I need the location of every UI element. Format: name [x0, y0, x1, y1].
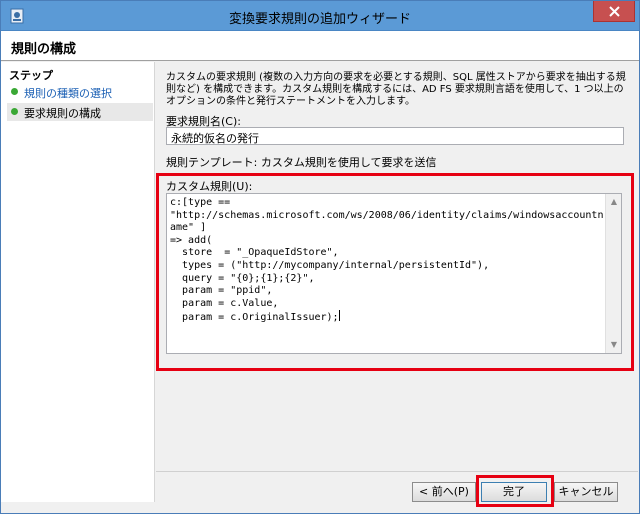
- title-bar[interactable]: 変換要求規則の追加ウィザード: [1, 1, 639, 31]
- finish-button[interactable]: 完了: [481, 482, 547, 502]
- step-configure-rule[interactable]: 要求規則の構成: [7, 103, 153, 121]
- step-complete-icon: [11, 88, 18, 95]
- content-pane: カスタムの要求規則 (複数の入力方向の要求を必要とする規則、SQL 属性ストアか…: [156, 62, 638, 502]
- back-button[interactable]: < 前へ(P): [412, 482, 476, 502]
- custom-rule-label: カスタム規則(U):: [166, 180, 253, 193]
- wizard-window: 変換要求規則の追加ウィザード 規則の構成 ステップ 規則の種類の選択 要求規則の…: [0, 0, 640, 514]
- scroll-down-icon[interactable]: ▼: [606, 337, 622, 353]
- description-text: カスタムの要求規則 (複数の入力方向の要求を必要とする規則、SQL 属性ストアか…: [166, 72, 626, 107]
- step-current-icon: [11, 108, 18, 115]
- step-label: 規則の種類の選択: [24, 87, 112, 100]
- steps-title: ステップ: [9, 69, 53, 82]
- close-button[interactable]: [593, 1, 635, 22]
- rule-name-input[interactable]: 永続的仮名の発行: [166, 127, 624, 145]
- vertical-scrollbar[interactable]: ▲ ▼: [605, 194, 621, 353]
- rule-template-text: 規則テンプレート: カスタム規則を使用して要求を送信: [166, 156, 437, 169]
- close-icon: [609, 6, 620, 17]
- custom-rule-text: c:[type == "http://schemas.microsoft.com…: [170, 197, 604, 324]
- footer-divider: [156, 471, 638, 472]
- step-select-rule-type[interactable]: 規則の種類の選択: [7, 83, 153, 101]
- page-header: 規則の構成: [1, 31, 639, 61]
- scroll-up-icon[interactable]: ▲: [606, 194, 622, 210]
- steps-pane: ステップ 規則の種類の選択 要求規則の構成: [1, 62, 155, 502]
- page-title: 規則の構成: [11, 42, 77, 57]
- window-title: 変換要求規則の追加ウィザード: [228, 12, 411, 27]
- cancel-button[interactable]: キャンセル: [554, 482, 618, 502]
- step-label: 要求規則の構成: [24, 107, 101, 120]
- text-caret: [338, 310, 340, 322]
- custom-rule-textarea[interactable]: c:[type == "http://schemas.microsoft.com…: [166, 193, 622, 354]
